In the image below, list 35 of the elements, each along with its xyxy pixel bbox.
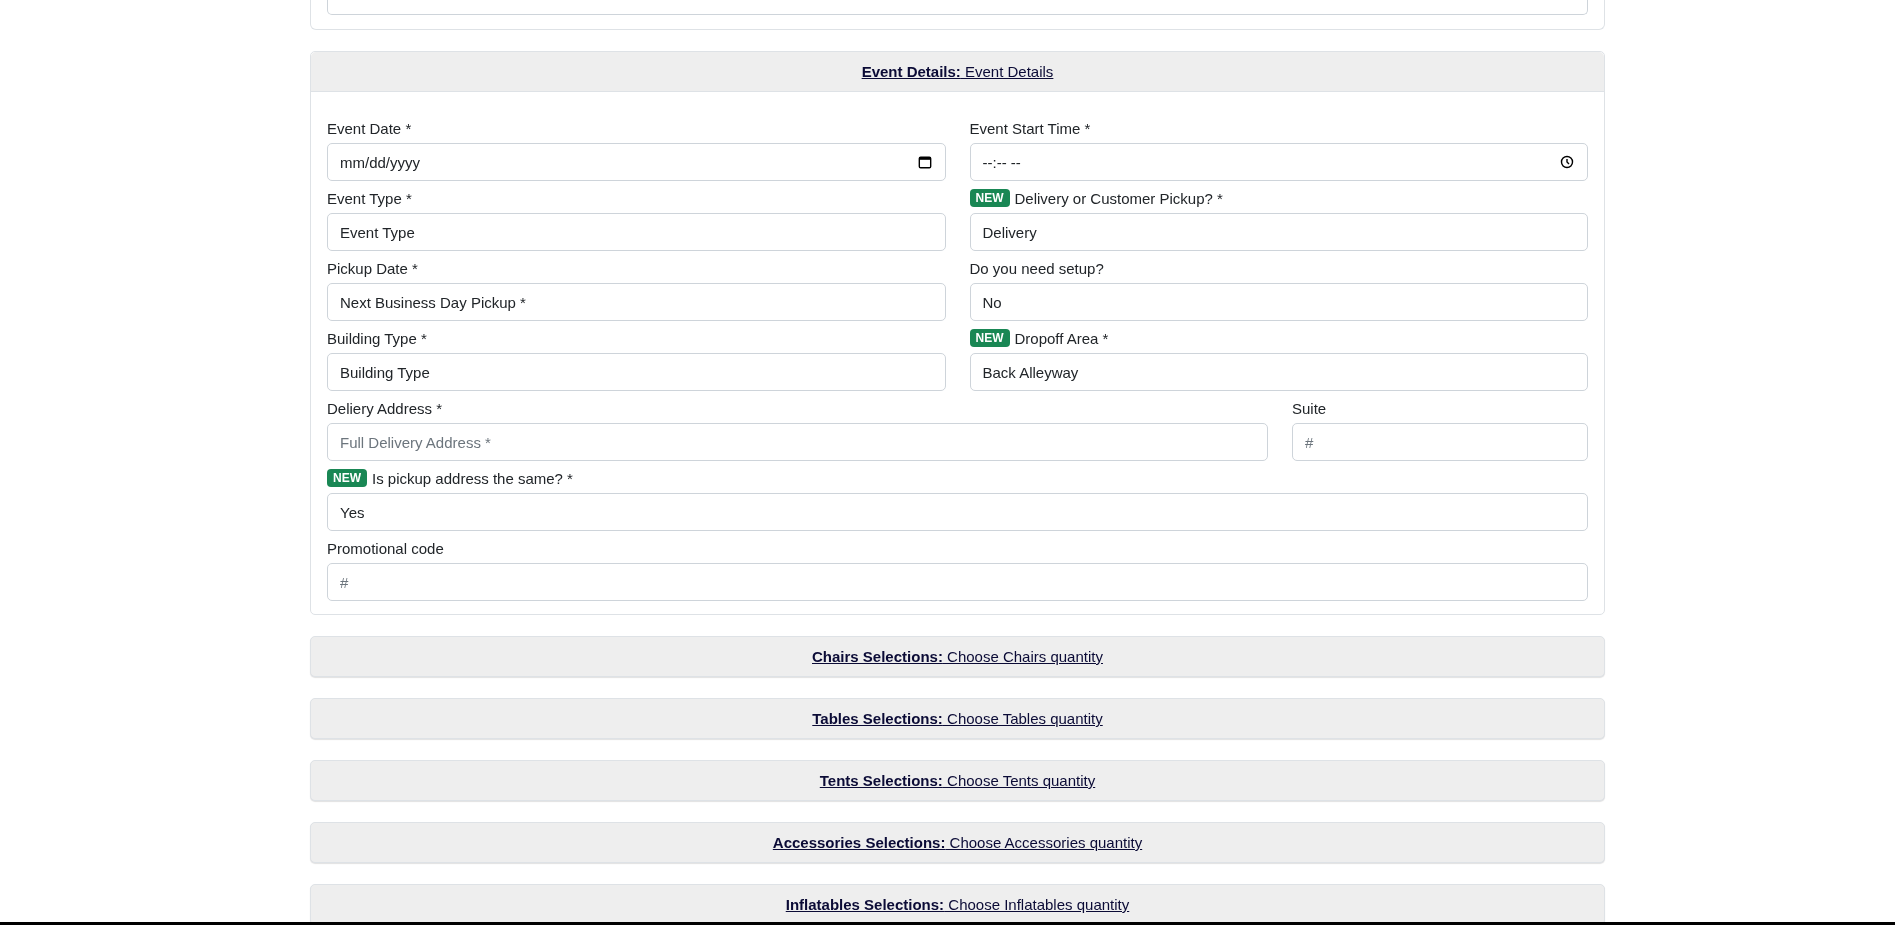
field-label: Event Start Time *: [969, 119, 1091, 137]
field-label: Do you need setup?: [969, 259, 1104, 277]
date-field[interactable]: mm/dd/yyyy: [327, 143, 946, 181]
input-field[interactable]: Next Business Day Pickup *: [327, 283, 946, 321]
field-label: Event Type *: [327, 189, 412, 207]
section-header-link[interactable]: Inflatables Selections: Choose Inflatables quantity: [785, 896, 1130, 913]
section-header-link[interactable]: Event Details: Event Details: [861, 63, 1054, 80]
input-field[interactable]: Building Type: [327, 353, 946, 391]
new-badge: NEW: [969, 329, 1010, 347]
field-label: Delivery or Customer Pickup? *: [1014, 189, 1223, 207]
time-field[interactable]: --:-- --: [969, 143, 1588, 181]
input-field[interactable]: Full Delivery Address *: [327, 423, 1268, 461]
input-field[interactable]: Delivery: [969, 213, 1588, 251]
input-field[interactable]: #: [327, 563, 1588, 601]
section-header-link[interactable]: Tables Selections: Choose Tables quantity: [812, 710, 1103, 727]
section-header-link[interactable]: Chairs Selections: Choose Chairs quantity: [812, 648, 1103, 665]
input-field[interactable]: Yes: [327, 493, 1588, 531]
field-label: Is pickup address the same? *: [372, 469, 573, 487]
field-label: Event Date *: [327, 119, 412, 137]
calendar-icon[interactable]: [917, 155, 932, 169]
new-badge: NEW: [969, 189, 1010, 207]
field-label: Promotional code: [327, 539, 444, 557]
new-badge: NEW: [327, 469, 367, 487]
input-field[interactable]: Back Alleyway: [969, 353, 1588, 391]
section-header-link[interactable]: Tents Selections: Choose Tents quantity: [819, 772, 1096, 789]
input-field[interactable]: Event Type: [327, 213, 946, 251]
field-label: Suite: [1292, 399, 1327, 417]
clock-icon[interactable]: [1560, 155, 1574, 169]
field-label: Deliery Address *: [327, 399, 443, 417]
field-label: Dropoff Area *: [1014, 329, 1109, 347]
field-label: Pickup Date *: [327, 259, 418, 277]
field-label: Building Type *: [327, 329, 427, 347]
section-header-link[interactable]: Accessories Selections: Choose Accessories quantity: [772, 834, 1143, 851]
input-field[interactable]: #: [1292, 423, 1588, 461]
input-field[interactable]: No: [969, 283, 1588, 321]
